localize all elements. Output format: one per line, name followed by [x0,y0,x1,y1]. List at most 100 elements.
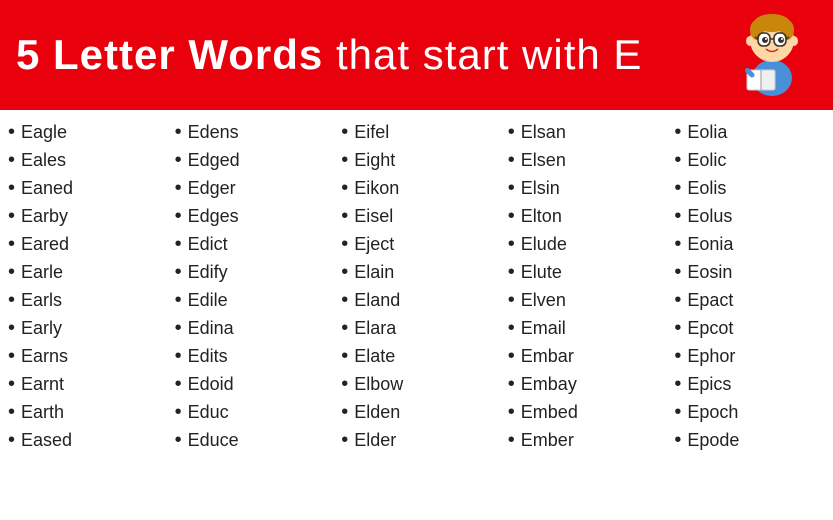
word-text: Elate [354,346,395,367]
bullet-icon: • [674,234,681,254]
list-item: •Ember [508,426,659,454]
bullet-icon: • [508,206,515,226]
bullet-icon: • [341,430,348,450]
list-item: •Email [508,314,659,342]
bullet-icon: • [508,262,515,282]
list-item: • Embay [508,370,659,398]
list-item: •Edger [175,174,326,202]
list-item: •Edits [175,342,326,370]
word-text: Embed [521,402,578,423]
bullet-icon: • [175,234,182,254]
word-text: Eolis [687,178,726,199]
bullet-icon: • [8,122,15,142]
list-item: •Earle [8,258,159,286]
word-text: Eight [354,150,395,171]
list-item: •Eased [8,426,159,454]
word-text: Edens [188,122,239,143]
word-text: Eisel [354,206,393,227]
word-text: Elven [521,290,566,311]
bullet-icon: • [508,430,515,450]
list-item: •Elder [341,426,492,454]
list-item: •Edify [175,258,326,286]
list-item: • Eight [341,146,492,174]
bullet-icon: • [8,234,15,254]
word-text: Elute [521,262,562,283]
list-item: •Elbow [341,370,492,398]
list-item: • Eagle [8,118,159,146]
bullet-icon: • [674,122,681,142]
bullet-icon: • [341,206,348,226]
bullet-icon: • [175,374,182,394]
word-text: Elara [354,318,396,339]
list-item: •Earth [8,398,159,426]
column-4: •Eolia•Eolic•Eolis•Eolus•Eonia•Eosin•Epa… [666,118,833,516]
bullet-icon: • [341,150,348,170]
list-item: • Elude [508,230,659,258]
bullet-icon: • [508,150,515,170]
bullet-icon: • [8,206,15,226]
list-item: •Eolic [674,146,825,174]
list-item: •Elain [341,258,492,286]
word-text: Edged [188,150,240,171]
mascot [727,10,817,100]
bullet-icon: • [175,290,182,310]
title-bold: 5 Letter Words [16,31,323,78]
word-text: Epact [687,290,733,311]
bullet-icon: • [8,150,15,170]
word-text: Elude [521,234,567,255]
bullet-icon: • [175,122,182,142]
list-item: •Edoid [175,370,326,398]
bullet-icon: • [508,346,515,366]
list-item: •Earnt [8,370,159,398]
bullet-icon: • [508,122,515,142]
bullet-icon: • [8,402,15,422]
word-text: Earns [21,346,68,367]
list-item: •Epcot [674,314,825,342]
word-text: Epode [687,430,739,451]
content: •Eagle•Eales•Eaned•Earby•Eared•Earle•Ear… [0,110,833,520]
bullet-icon: • [341,402,348,422]
word-text: Email [521,318,566,339]
bullet-icon: • [674,178,681,198]
bullet-icon: • [508,374,515,394]
word-text: Eolus [687,206,732,227]
bullet-icon: • [508,234,515,254]
list-item: • Eisel [341,202,492,230]
bullet-icon: • [341,318,348,338]
word-text: Eonia [687,234,733,255]
word-text: Embay [521,374,577,395]
word-text: Eikon [354,178,399,199]
list-item: • Elute [508,258,659,286]
list-item: •Eikon [341,174,492,202]
list-item: •Embar [508,342,659,370]
list-item: •Elsan [508,118,659,146]
list-item: •Educ [175,398,326,426]
bullet-icon: • [175,178,182,198]
header-title: 5 Letter Words that start with E [16,32,642,78]
title-normal: that start with E [323,31,642,78]
list-item: •Eosin [674,258,825,286]
list-item: •Eared [8,230,159,258]
bullet-icon: • [508,402,515,422]
word-text: Elden [354,402,400,423]
bullet-icon: • [674,150,681,170]
list-item: •Edile [175,286,326,314]
bullet-icon: • [175,430,182,450]
list-item: •Early [8,314,159,342]
word-text: Elsin [521,178,560,199]
word-text: Edict [188,234,228,255]
bullet-icon: • [674,346,681,366]
column-2: •Eifel•Eight•Eikon•Eisel•Eject•Elain•Ela… [333,118,500,516]
bullet-icon: • [341,374,348,394]
word-text: Early [21,318,62,339]
list-item: •Ephor [674,342,825,370]
bullet-icon: • [8,290,15,310]
word-text: Elsen [521,150,566,171]
word-text: Eagle [21,122,67,143]
list-item: •Earns [8,342,159,370]
bullet-icon: • [341,262,348,282]
list-item: •Eifel [341,118,492,146]
bullet-icon: • [175,150,182,170]
word-text: Epoch [687,402,738,423]
word-text: Edina [188,318,234,339]
